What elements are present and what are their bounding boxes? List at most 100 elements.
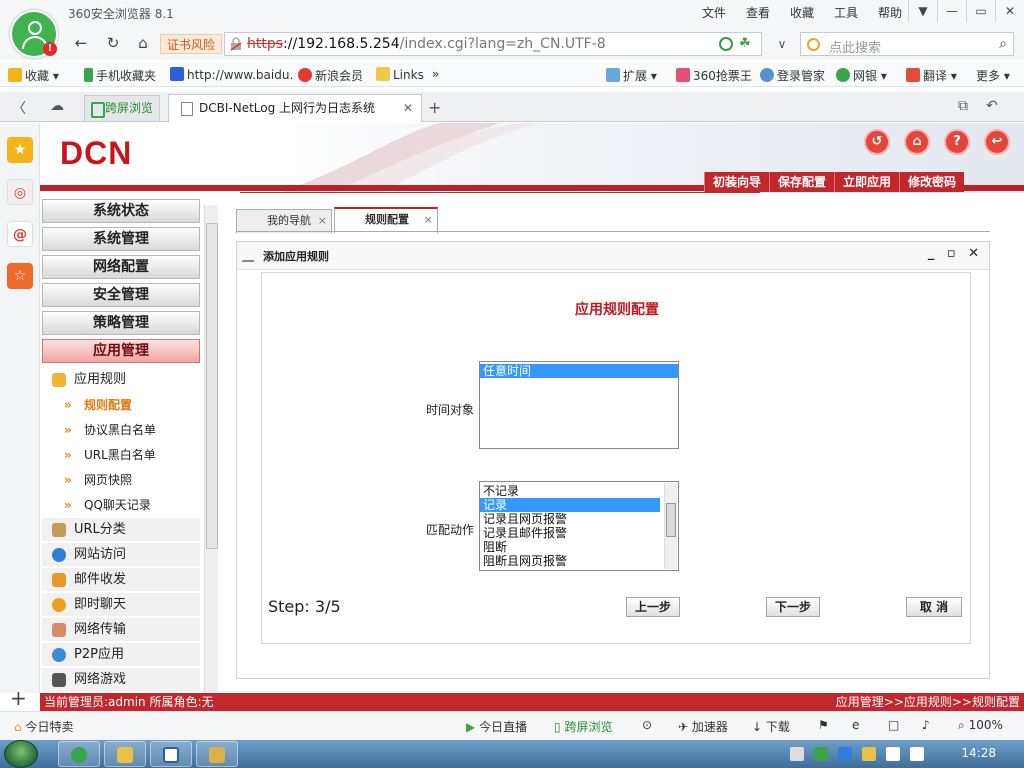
list-item[interactable]: 记录且邮件报警 — [480, 526, 678, 540]
list-item[interactable]: 任意时间 — [480, 364, 678, 378]
setup-wizard-button[interactable]: 初装向导 — [704, 172, 770, 192]
live-today[interactable]: ▶ 今日直播 — [466, 718, 527, 735]
help-icon[interactable]: ? — [944, 129, 970, 155]
mail-icon[interactable]: @ — [7, 221, 33, 247]
sidebar-scrollbar[interactable] — [204, 205, 218, 693]
submenu-qq-chat-log[interactable]: QQ聊天记录 — [62, 494, 151, 516]
close-button[interactable]: ✕ — [995, 0, 1024, 22]
tray-icon[interactable] — [814, 747, 828, 761]
menu-instant-chat[interactable]: 即时聊天 — [46, 594, 198, 616]
bookmark-links[interactable]: Links — [376, 67, 424, 82]
taskbar-app[interactable] — [196, 741, 238, 767]
leaf-icon[interactable]: ☘ — [739, 37, 753, 51]
new-tab-icon[interactable]: + — [428, 98, 441, 117]
menu-security-management[interactable]: 安全管理 — [42, 283, 200, 307]
tray-icon[interactable] — [790, 747, 804, 761]
bookmark-favorites[interactable]: 收藏 ▾ — [8, 67, 59, 84]
close-icon[interactable]: × — [318, 210, 327, 232]
menu-tools[interactable]: 工具 — [824, 4, 868, 21]
maximize-button[interactable]: ▭ — [966, 0, 995, 22]
restore-icon[interactable]: ⧉ — [958, 98, 968, 114]
listbox-scrollbar[interactable] — [664, 483, 677, 569]
clock[interactable]: 14:28 — [961, 746, 996, 760]
minimize-button[interactable]: — — [937, 0, 966, 22]
weibo-icon[interactable]: ◎ — [7, 179, 33, 205]
online-bank[interactable]: 网银 ▾ — [836, 67, 887, 84]
tab-my-nav[interactable]: 我的导航 × — [236, 209, 332, 233]
apply-now-button[interactable]: 立即应用 — [834, 172, 900, 192]
scrollbar-thumb[interactable] — [666, 503, 676, 537]
change-password-button[interactable]: 修改密码 — [899, 172, 965, 192]
submenu-url-list[interactable]: URL黑白名单 — [62, 444, 156, 466]
sound-icon[interactable]: ♪ — [922, 718, 930, 732]
network-icon[interactable] — [886, 747, 900, 761]
extensions-menu[interactable]: 扩展 ▾ — [606, 67, 657, 84]
more-menu[interactable]: 更多 ▾ — [976, 67, 1010, 84]
dialog-window-controls[interactable]: _ ▫ ✕ — [928, 246, 983, 261]
bookmark-baidu[interactable]: http://www.baidu. — [170, 67, 293, 82]
menu-network-config[interactable]: 网络配置 — [42, 255, 200, 279]
list-item[interactable]: 阻断 — [480, 540, 678, 554]
translate[interactable]: 翻译 ▾ — [906, 67, 957, 84]
accelerator[interactable]: ✈ 加速器 — [678, 718, 728, 735]
submenu-web-snapshot[interactable]: 网页快照 — [62, 469, 132, 491]
security-icon[interactable] — [719, 37, 733, 51]
scrollbar-thumb[interactable] — [206, 223, 218, 549]
taskbar-word[interactable] — [150, 741, 192, 767]
home-icon[interactable]: ⌂ — [904, 129, 930, 155]
start-button[interactable] — [4, 740, 38, 768]
tray-icon[interactable] — [862, 747, 876, 761]
taskbar-explorer[interactable] — [104, 741, 146, 767]
menu-file[interactable]: 文件 — [692, 4, 736, 21]
back-icon[interactable]: ← — [70, 33, 92, 53]
shield-icon[interactable] — [838, 747, 852, 761]
certificate-risk-badge[interactable]: 证书风险 — [160, 34, 222, 54]
volume-icon[interactable] — [910, 747, 924, 761]
cancel-button[interactable]: 取 消 — [906, 597, 962, 617]
refresh-icon[interactable]: ↻ — [102, 33, 124, 53]
skin-button[interactable]: ▼ — [908, 0, 937, 22]
menu-network-transfer[interactable]: 网络传输 — [46, 619, 198, 641]
speed-icon[interactable]: ⊙ — [642, 718, 652, 732]
daily-deals[interactable]: ⌂ 今日特卖 — [14, 718, 73, 735]
close-icon[interactable]: ✕ — [403, 95, 413, 121]
menu-application-management[interactable]: 应用管理 — [42, 339, 200, 363]
user-avatar[interactable]: ! — [10, 10, 58, 58]
search-engine-icon[interactable] — [807, 38, 820, 51]
discount-icon[interactable]: ☆ — [7, 263, 33, 289]
menu-url-category[interactable]: URL分类 — [46, 519, 198, 541]
cloud-icon[interactable]: ☁ — [50, 98, 64, 114]
submenu-rule-config[interactable]: 规则配置 — [62, 394, 132, 416]
login-manager[interactable]: 登录管家 — [760, 67, 825, 84]
match-action-listbox[interactable]: 不记录 记录 记录且网页报警 记录且邮件报警 阻断 阻断且网页报警 — [479, 481, 679, 571]
refresh-icon[interactable]: ↺ — [864, 129, 890, 155]
list-item[interactable]: 阻断且网页报警 — [480, 554, 678, 568]
zoom-level[interactable]: ⌕ 100% — [958, 718, 1003, 733]
menu-help[interactable]: 帮助 — [868, 4, 912, 21]
menu-system-management[interactable]: 系统管理 — [42, 227, 200, 251]
home-icon[interactable]: ⌂ — [132, 33, 154, 53]
prev-step-button[interactable]: 上一步 — [626, 597, 680, 617]
tab-rule-config[interactable]: 规则配置 × — [334, 207, 438, 233]
bookmarks-more[interactable]: » — [432, 67, 439, 81]
menu-system-status[interactable]: 系统状态 — [42, 199, 200, 223]
menu-p2p[interactable]: P2P应用 — [46, 644, 198, 666]
undo-icon[interactable]: ↶ — [986, 98, 998, 114]
chevron-down-icon[interactable]: ∨ — [772, 34, 792, 54]
bookmark-mobile[interactable]: 手机收藏夹 — [84, 67, 156, 84]
search-icon[interactable]: ⌕ — [999, 36, 1007, 52]
list-item[interactable]: 不记录 — [480, 484, 678, 498]
star-icon[interactable]: ★ — [7, 137, 33, 163]
downloads[interactable]: ↓ 下载 — [752, 718, 790, 735]
window-icon[interactable]: □ — [888, 718, 899, 732]
menu-group-app-rules[interactable]: 应用规则 — [46, 369, 198, 391]
menu-policy-management[interactable]: 策略管理 — [42, 311, 200, 335]
next-step-button[interactable]: 下一步 — [766, 597, 820, 617]
menu-email[interactable]: 邮件收发 — [46, 569, 198, 591]
list-item-selected[interactable]: 记录 — [480, 498, 660, 512]
submenu-protocol-list[interactable]: 协议黑白名单 — [62, 419, 156, 441]
taskbar-browser[interactable] — [58, 741, 100, 767]
tab-active[interactable]: DCBI-NetLog 上网行为日志系统 ✕ — [168, 94, 422, 122]
cross-screen-browse[interactable]: ▯ 跨屏浏览 — [554, 718, 612, 735]
menu-website-access[interactable]: 网站访问 — [46, 544, 198, 566]
